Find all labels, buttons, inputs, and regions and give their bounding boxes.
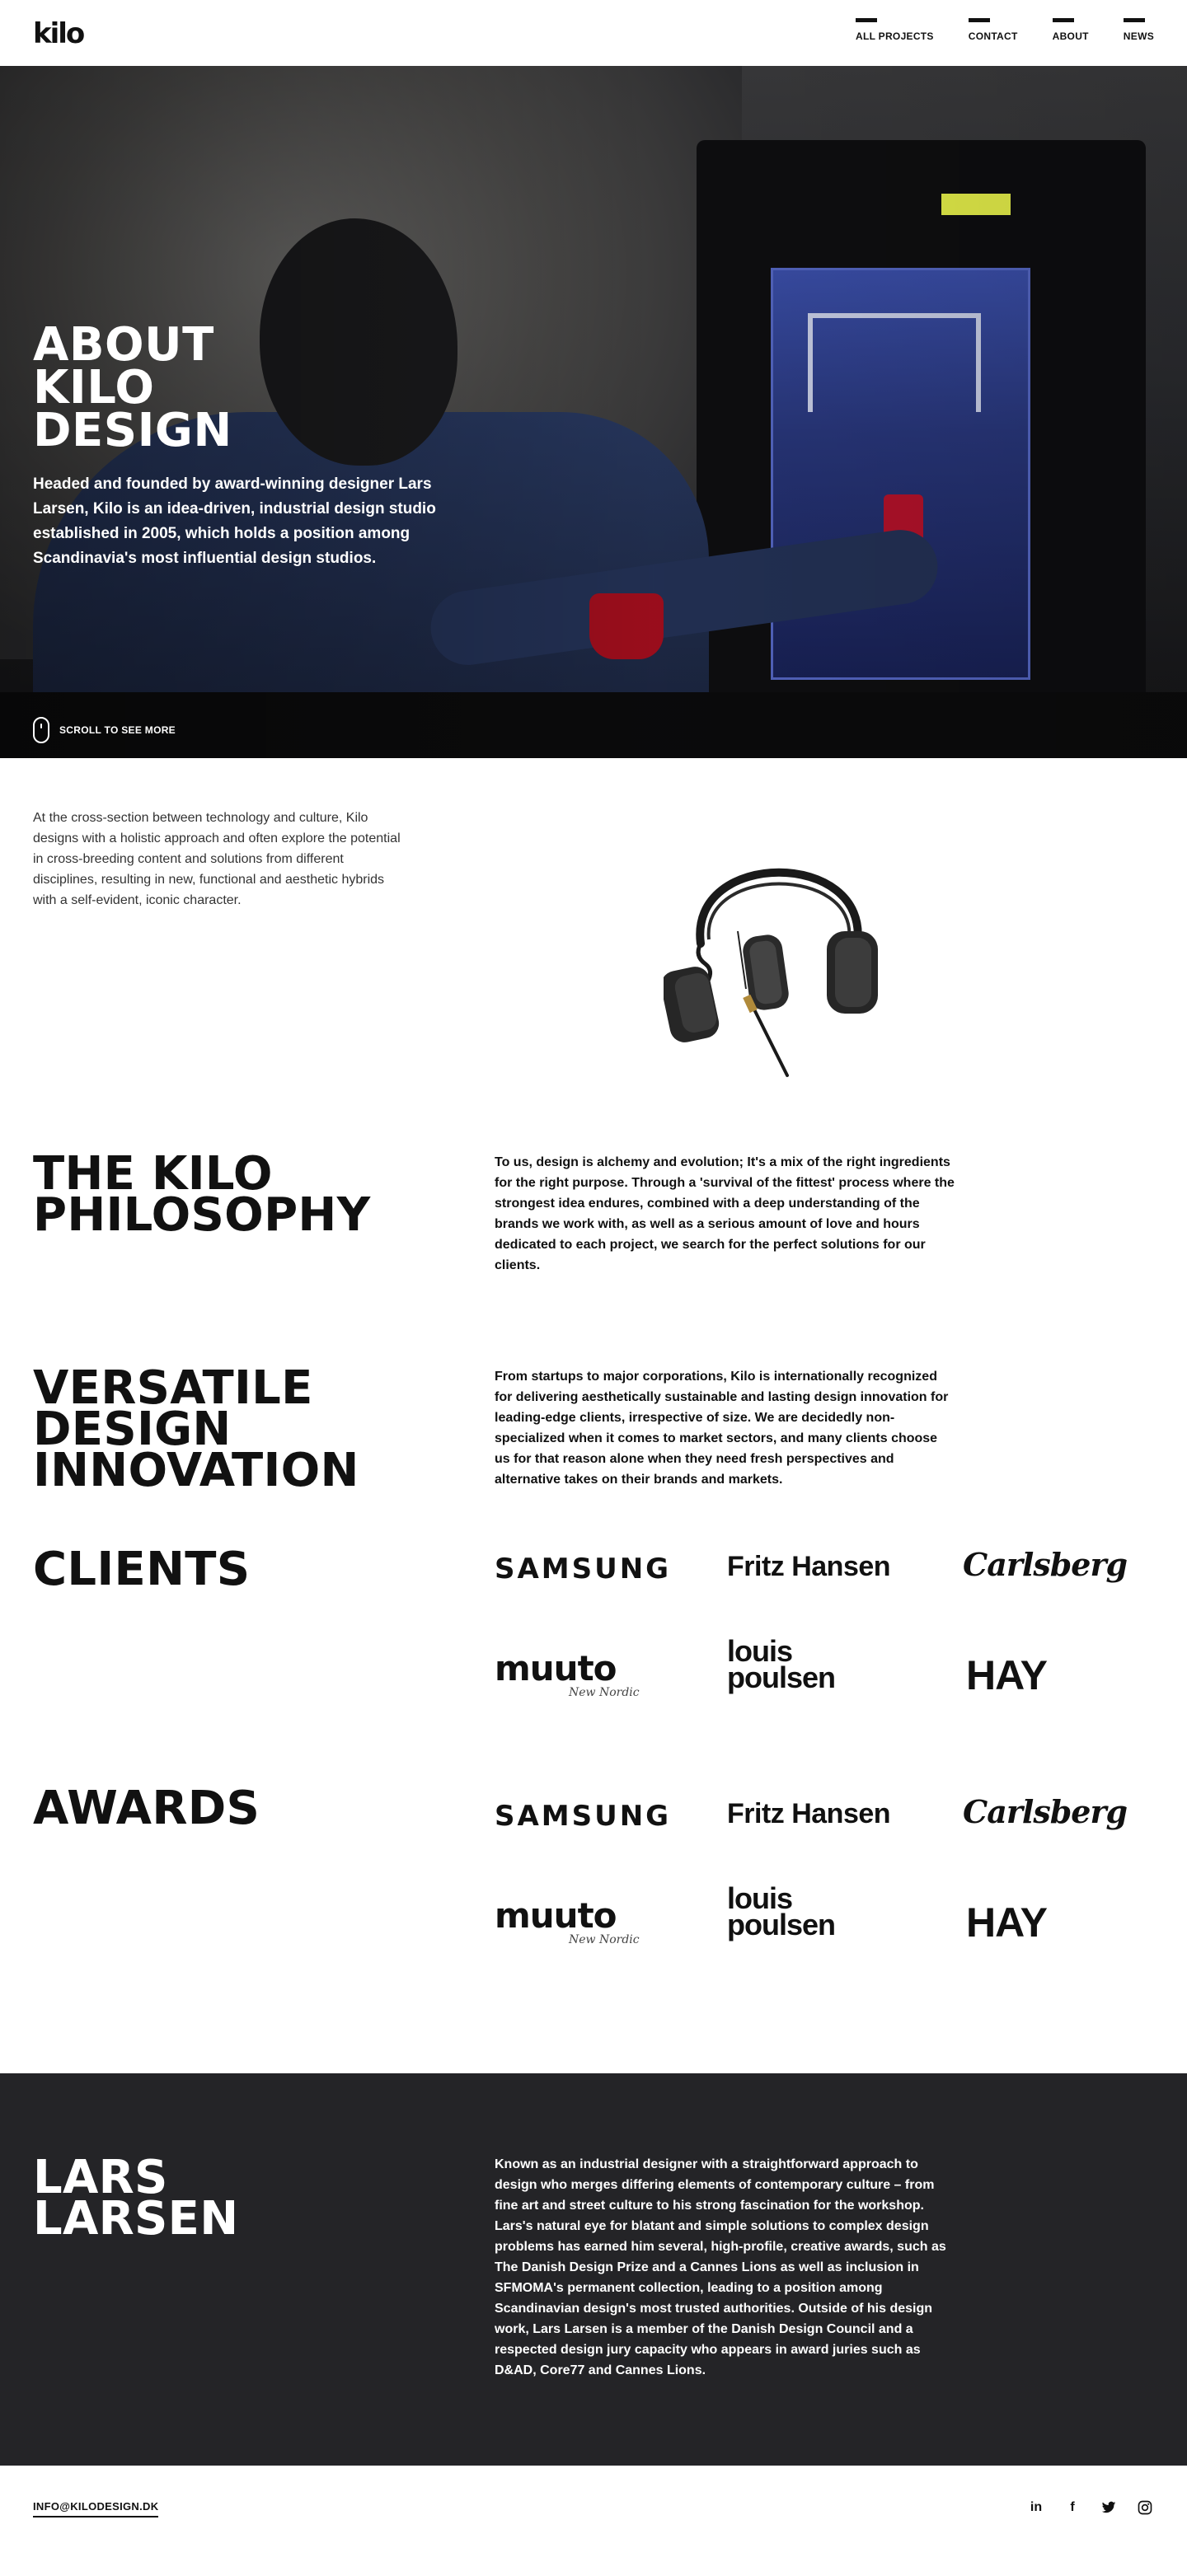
twitter-bird-glyph	[1101, 2501, 1116, 2513]
founder-section: LARS LARSEN Known as an industrial desig…	[0, 2073, 1187, 2466]
site-footer: INFO@KILODESIGN.DK in f	[0, 2466, 1187, 2541]
hero-section: ABOUT KILO DESIGN Headed and founded by …	[0, 66, 1187, 758]
carlsberg-logo: Carlsberg	[963, 1793, 1128, 1830]
nav-label: ALL PROJECTS	[856, 30, 934, 42]
linkedin-icon[interactable]: in	[1027, 2499, 1045, 2517]
facebook-icon[interactable]: f	[1063, 2499, 1081, 2517]
social-links: in f	[1027, 2499, 1154, 2517]
philosophy-body: To us, design is alchemy and evolution; …	[495, 1155, 955, 1272]
awards-logo-grid: SAMSUNG Fritz Hansen Carlsberg muuto New…	[495, 1788, 1128, 2035]
mouse-icon	[33, 717, 49, 743]
site-header: kilo ALL PROJECTS CONTACT ABOUT NEWS	[0, 0, 1187, 66]
scroll-label: SCROLL TO SEE MORE	[59, 724, 176, 736]
hero-intro: Headed and founded by award-winning desi…	[33, 475, 436, 567]
carlsberg-logo: Carlsberg	[963, 1546, 1128, 1583]
nav-news[interactable]: NEWS	[1123, 18, 1154, 42]
nav-indicator	[856, 18, 878, 22]
fritz-hansen-logo: Fritz Hansen	[727, 1551, 891, 1582]
headphones-image	[664, 868, 878, 1077]
fritz-hansen-logo: Fritz Hansen	[727, 1798, 891, 1829]
nav-all-projects[interactable]: ALL PROJECTS	[856, 18, 934, 42]
versatile-body: From startups to major corporations, Kil…	[495, 1370, 949, 1487]
kilo-logo[interactable]: kilo	[33, 20, 85, 48]
email-link[interactable]: INFO@KILODESIGN.DK	[33, 2500, 159, 2517]
philosophy-title: THE KILO PHILOSOPHY	[33, 1147, 371, 1242]
founder-title: LARS LARSEN	[33, 2151, 239, 2246]
twitter-icon[interactable]	[1100, 2499, 1118, 2517]
muuto-tagline: New Nordic	[569, 1933, 640, 1946]
nav-indicator	[1052, 18, 1074, 22]
nav-contact[interactable]: CONTACT	[968, 18, 1018, 42]
hero-title: ABOUT KILO DESIGN	[33, 318, 232, 457]
versatile-section: VERSATILE DESIGN INNOVATION From startup…	[0, 1361, 1187, 1549]
samsung-logo: SAMSUNG	[495, 1800, 672, 1833]
awards-section: AWARDS SAMSUNG Fritz Hansen Carlsberg mu…	[0, 1782, 1187, 2027]
main-nav: ALL PROJECTS CONTACT ABOUT NEWS	[856, 18, 1154, 42]
louis-poulsen-logo: louis poulsen	[727, 1881, 836, 1941]
instagram-icon[interactable]	[1136, 2499, 1154, 2517]
nav-label: CONTACT	[968, 30, 1018, 42]
muuto-logo: muuto	[495, 1895, 617, 1936]
instagram-glyph	[1138, 2500, 1152, 2515]
muuto-logo: muuto	[495, 1648, 617, 1688]
intro-section: At the cross-section between technology …	[0, 758, 1187, 1154]
nav-indicator	[968, 18, 990, 22]
hay-logo: HAY	[966, 1899, 1048, 1946]
nav-label: ABOUT	[1052, 30, 1089, 42]
clients-section: CLIENTS SAMSUNG Fritz Hansen Carlsberg m…	[0, 1543, 1187, 1788]
hay-logo: HAY	[966, 1652, 1048, 1698]
louis-poulsen-logo: louis poulsen	[727, 1634, 836, 1694]
awards-title: AWARDS	[33, 1782, 260, 1835]
nav-indicator	[1123, 18, 1145, 22]
scroll-hint[interactable]: SCROLL TO SEE MORE	[33, 717, 176, 743]
clients-title: CLIENTS	[33, 1543, 251, 1596]
samsung-logo: SAMSUNG	[495, 1553, 672, 1585]
clients-logo-grid: SAMSUNG Fritz Hansen Carlsberg muuto New…	[495, 1546, 1128, 1796]
nav-label: NEWS	[1123, 30, 1154, 42]
versatile-title: VERSATILE DESIGN INNOVATION	[33, 1361, 359, 1497]
founder-body: Known as an industrial designer with a s…	[495, 2157, 946, 2377]
nav-about[interactable]: ABOUT	[1052, 18, 1089, 42]
muuto-tagline: New Nordic	[569, 1686, 640, 1699]
intro-text: At the cross-section between technology …	[33, 811, 401, 907]
philosophy-section: THE KILO PHILOSOPHY To us, design is alc…	[0, 1147, 1187, 1368]
